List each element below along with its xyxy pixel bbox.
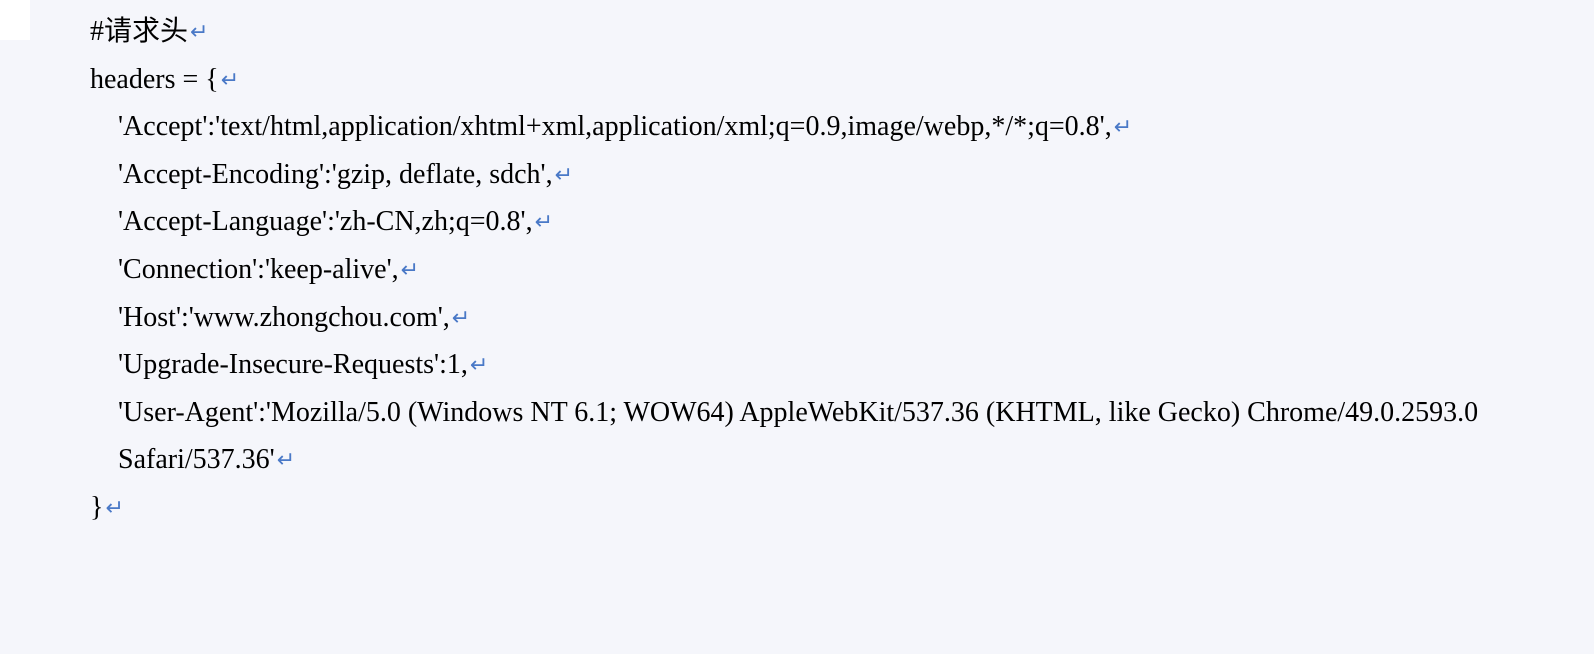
return-mark-icon: ↵: [277, 441, 295, 478]
return-mark-icon: ↵: [535, 203, 553, 240]
header-entry-text: 'Accept-Language':'zh-CN,zh;q=0.8',: [118, 206, 533, 237]
header-entry-text: 'Upgrade-Insecure-Requests':1,: [118, 349, 468, 380]
header-entry-text: 'Connection':'keep-alive',: [118, 254, 399, 285]
code-block: #请求头↵ headers = {↵ 'Accept':'text/html,a…: [0, 8, 1594, 532]
header-entry-text: 'Host':'www.zhongchou.com',: [118, 302, 450, 333]
header-entry-line: 'User-Agent':'Mozilla/5.0 (Windows NT 6.…: [90, 389, 1594, 484]
return-mark-icon: ↵: [401, 251, 419, 288]
left-margin-indicator: [0, 0, 30, 40]
comment-text: #请求头: [90, 16, 188, 47]
header-entry-text: 'Accept':'text/html,application/xhtml+xm…: [118, 111, 1112, 142]
header-entry-line: 'Accept':'text/html,application/xhtml+xm…: [90, 103, 1594, 151]
comment-line: #请求头↵: [90, 8, 1594, 56]
header-entry-text: 'User-Agent':'Mozilla/5.0 (Windows NT 6.…: [118, 397, 1485, 476]
return-mark-icon: ↵: [470, 346, 488, 383]
return-mark-icon: ↵: [452, 299, 470, 336]
return-mark-icon: ↵: [105, 489, 123, 526]
closing-brace-text: }: [90, 492, 103, 523]
closing-brace-line: }↵: [90, 484, 1594, 532]
return-mark-icon: ↵: [221, 61, 239, 98]
header-entry-line: 'Connection':'keep-alive',↵: [90, 246, 1594, 294]
header-entry-line: 'Upgrade-Insecure-Requests':1,↵: [90, 341, 1594, 389]
header-entry-line: 'Host':'www.zhongchou.com',↵: [90, 294, 1594, 342]
header-entry-text: 'Accept-Encoding':'gzip, deflate, sdch',: [118, 159, 553, 190]
return-mark-icon: ↵: [555, 156, 573, 193]
variable-declaration-line: headers = {↵: [90, 56, 1594, 104]
header-entry-line: 'Accept-Language':'zh-CN,zh;q=0.8',↵: [90, 198, 1594, 246]
return-mark-icon: ↵: [190, 13, 208, 50]
return-mark-icon: ↵: [1114, 108, 1132, 145]
variable-declaration-text: headers = {: [90, 64, 219, 95]
header-entry-line: 'Accept-Encoding':'gzip, deflate, sdch',…: [90, 151, 1594, 199]
